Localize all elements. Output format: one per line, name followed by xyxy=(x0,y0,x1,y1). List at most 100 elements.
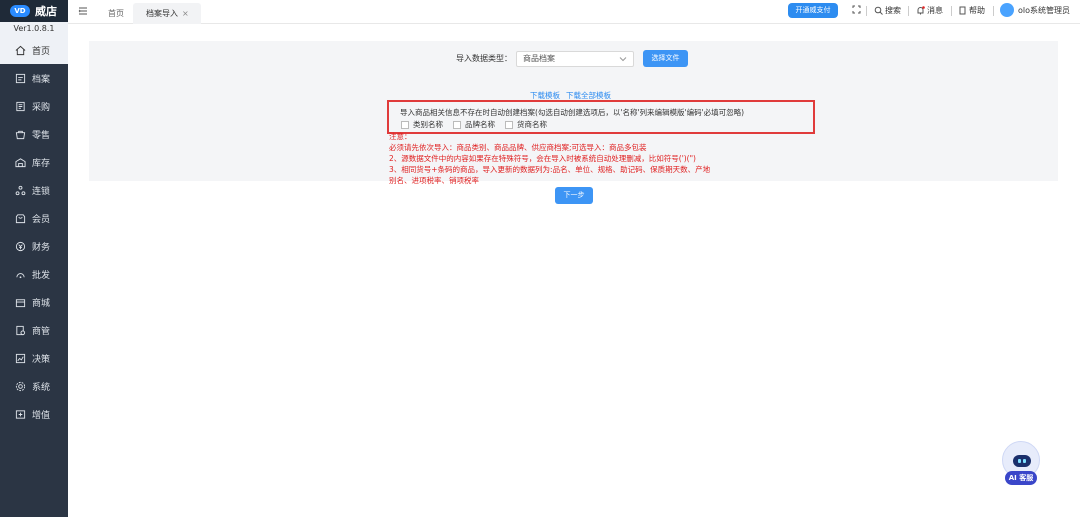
archive-icon xyxy=(15,73,26,84)
notes-title: 注意： xyxy=(389,132,412,141)
app-logo[interactable]: VD 威店 xyxy=(0,0,68,22)
messages-button[interactable]: 消息 xyxy=(916,5,943,16)
help-button[interactable]: 帮助 xyxy=(958,5,985,16)
chevron-down-icon xyxy=(619,56,627,61)
sidebar-item-label: 系统 xyxy=(32,382,51,393)
import-type-select[interactable]: 商品档案 xyxy=(516,50,634,67)
messages-label: 消息 xyxy=(927,6,943,15)
tab-archive-import[interactable]: 档案导入 × xyxy=(133,3,201,24)
home-icon xyxy=(15,45,26,56)
sidebar-item-label: 首页 xyxy=(32,46,51,57)
sidebar-item-label: 决策 xyxy=(32,354,51,365)
sidebar-item-label: 商管 xyxy=(32,326,51,337)
import-type-value: 商品档案 xyxy=(523,54,555,63)
avatar[interactable] xyxy=(1000,3,1014,17)
import-panel: 导入数据类型： 商品档案 选择文件 下载模板 下载全部模板 导入商品相关信息不存在… xyxy=(89,41,1058,185)
menu-collapse-icon[interactable] xyxy=(78,6,88,16)
category-name-checkbox[interactable]: 类别名称 xyxy=(401,119,443,130)
divider xyxy=(993,6,994,16)
tab-home[interactable]: 首页 xyxy=(108,3,124,24)
warehouse-icon xyxy=(15,157,26,168)
finance-icon xyxy=(15,241,26,252)
app-version: Ver1.0.8.1 xyxy=(0,22,68,36)
sidebar-item-mall[interactable]: 商城 xyxy=(0,288,68,316)
merchant-icon xyxy=(15,325,26,336)
robot-face xyxy=(1013,455,1031,467)
sidebar-item-decision[interactable]: 决策 xyxy=(0,344,68,372)
decision-icon xyxy=(15,353,26,364)
checkbox-box[interactable] xyxy=(505,120,513,129)
sidebar-item-warehouse[interactable]: 库存 xyxy=(0,148,68,176)
logo-icon: VD xyxy=(10,5,30,17)
sidebar-item-merchant[interactable]: 商管 xyxy=(0,316,68,344)
tab-label: 档案导入 xyxy=(146,9,178,18)
sidebar-item-label: 商城 xyxy=(32,298,51,309)
divider xyxy=(908,6,909,16)
sidebar-item-addon[interactable]: 增值 xyxy=(0,400,68,428)
brand-name-checkbox[interactable]: 品牌名称 xyxy=(453,119,495,130)
sidebar-item-member[interactable]: 会员 xyxy=(0,204,68,232)
sidebar-item-system[interactable]: 系统 xyxy=(0,372,68,400)
member-icon xyxy=(15,213,26,224)
wholesale-icon xyxy=(15,269,26,280)
robot-eye xyxy=(1023,459,1026,463)
open-pay-button[interactable]: 开通威支付 xyxy=(788,3,838,18)
checkbox-box[interactable] xyxy=(453,120,461,129)
sidebar-item-retail[interactable]: 零售 xyxy=(0,120,68,148)
purchase-icon xyxy=(15,101,26,112)
download-all-templates-link[interactable]: 下载全部模板 xyxy=(566,91,611,100)
sidebar-item-label: 零售 xyxy=(32,130,51,141)
note-line: 必须请先依次导入：商品类别、商品品牌、供应商档案;可选导入：商品多包装 xyxy=(389,143,647,152)
sidebar-item-label: 会员 xyxy=(32,214,51,225)
sidebar-item-label: 批发 xyxy=(32,270,51,281)
sidebar-item-wholesale[interactable]: 批发 xyxy=(0,260,68,288)
addon-icon xyxy=(15,409,26,420)
download-template-link[interactable]: 下载模板 xyxy=(530,91,560,100)
sidebar-item-finance[interactable]: 财务 xyxy=(0,232,68,260)
sidebar-item-home[interactable]: 首页 xyxy=(0,36,68,64)
ai-assistant-label: AI 客服 xyxy=(1005,471,1037,485)
sidebar-item-label: 财务 xyxy=(32,242,51,253)
bell-icon xyxy=(917,6,925,15)
sidebar-item-label: 档案 xyxy=(32,74,51,85)
auto-create-options: 类别名称 品牌名称 货商名称 xyxy=(401,119,557,130)
top-bar: 首页 档案导入 × 开通威支付 搜索 消息 帮助 olo系统管理员 xyxy=(68,0,1080,24)
import-notes: 注意： 必须请先依次导入：商品类别、商品品牌、供应商档案;可选导入：商品多包装 … xyxy=(389,131,710,186)
app-name: 威店 xyxy=(35,5,57,18)
sidebar-item-archive[interactable]: 档案 xyxy=(0,64,68,92)
retail-icon xyxy=(15,129,26,140)
sidebar-menu: 首页 档案 采购 零售 库存 连锁 会员 财务 批发 商城 商管 决策 系统 增… xyxy=(0,36,68,428)
system-icon xyxy=(15,381,26,392)
robot-eye xyxy=(1018,459,1021,463)
auto-create-text: 导入商品相关信息不存在时自动创建档案(勾选自动创建选项后，以'名称'列来编辑模版… xyxy=(400,108,745,117)
sidebar-item-chain[interactable]: 连锁 xyxy=(0,176,68,204)
auto-create-notice: 导入商品相关信息不存在时自动创建档案(勾选自动创建选项后，以'名称'列来编辑模版… xyxy=(387,100,815,134)
ai-assistant-button[interactable]: AI 客服 xyxy=(1000,441,1042,489)
search-button[interactable]: 搜索 xyxy=(874,5,901,16)
note-line: 2、源数据文件中的内容如果存在特殊符号，会在导入时被系统自动处理删减，比如符号(… xyxy=(389,154,696,163)
fullscreen-icon[interactable] xyxy=(852,5,863,14)
checkbox-label: 品牌名称 xyxy=(465,120,495,129)
divider xyxy=(951,6,952,16)
search-label: 搜索 xyxy=(885,6,901,15)
sidebar-item-label: 库存 xyxy=(32,158,51,169)
checkbox-box[interactable] xyxy=(401,120,409,129)
help-icon xyxy=(959,6,966,15)
mall-icon xyxy=(15,297,26,308)
note-line: 3、相同货号+条码的商品，导入更新的数据列为:品名、单位、规格、助记码、保质期天… xyxy=(389,165,711,174)
sidebar-item-label: 采购 xyxy=(32,102,51,113)
next-step-button[interactable]: 下一步 xyxy=(555,187,593,204)
checkbox-label: 类别名称 xyxy=(413,120,443,129)
chain-icon xyxy=(15,185,26,196)
search-icon xyxy=(874,6,883,15)
user-name[interactable]: olo系统管理员 xyxy=(1018,5,1070,16)
checkbox-label: 货商名称 xyxy=(517,120,547,129)
divider xyxy=(866,6,867,16)
sidebar-item-label: 增值 xyxy=(32,410,51,421)
supplier-name-checkbox[interactable]: 货商名称 xyxy=(505,119,547,130)
close-icon[interactable]: × xyxy=(182,9,189,18)
import-type-label: 导入数据类型： xyxy=(456,54,512,63)
sidebar-item-purchase[interactable]: 采购 xyxy=(0,92,68,120)
import-type-row: 导入数据类型： 商品档案 选择文件 xyxy=(456,50,688,67)
select-file-button[interactable]: 选择文件 xyxy=(643,50,688,67)
